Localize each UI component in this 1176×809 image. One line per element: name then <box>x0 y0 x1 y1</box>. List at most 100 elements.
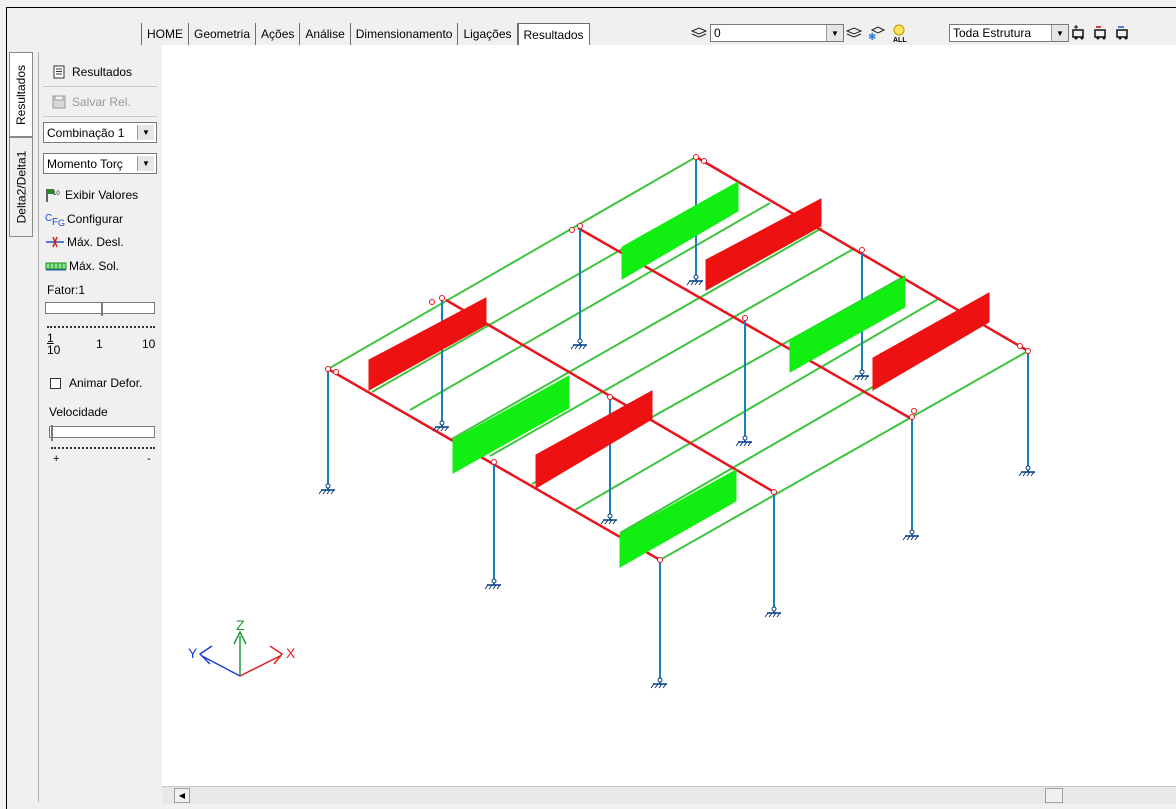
combination-select-value: Combinação 1 <box>47 126 125 140</box>
factor-slider-ticks <box>47 322 155 328</box>
max-solicitation-label: Máx. Sol. <box>69 259 120 273</box>
speed-plus-label: + <box>53 453 60 465</box>
tab-delta[interactable]: Delta2/Delta1 <box>9 137 33 237</box>
node-marker <box>693 154 699 160</box>
chevron-down-icon[interactable]: ▼ <box>826 25 843 41</box>
speed-label: Velocidade <box>49 405 108 419</box>
chevron-down-icon[interactable]: ▼ <box>1051 25 1068 41</box>
menu-dimensionamento[interactable]: Dimensionamento <box>351 23 459 45</box>
factor-slider[interactable] <box>45 302 155 316</box>
separator <box>43 86 157 87</box>
torsion-positive-panel <box>619 469 737 568</box>
menu-ligacoes[interactable]: Ligações <box>458 23 518 45</box>
support-node <box>439 420 445 426</box>
layer-toolbar: 0 ▼ ✱ ALL <box>688 22 910 44</box>
support-node <box>325 483 331 489</box>
z-axis-label: Z <box>236 617 245 633</box>
menu-home[interactable]: HOME <box>141 23 189 45</box>
node-marker <box>577 223 583 229</box>
save-icon <box>52 95 66 109</box>
structure-toolbar: Toda Estrutura ▼ <box>949 22 1135 44</box>
structure-viewport[interactable]: Z X Y <box>162 45 1176 786</box>
chevron-down-icon[interactable]: ▼ <box>137 156 154 171</box>
node-marker <box>657 557 663 563</box>
menu-geometria[interactable]: Geometria <box>189 23 257 45</box>
structure-select-value: Toda Estrutura <box>953 26 1032 40</box>
truck-swap-icon[interactable] <box>1113 22 1135 44</box>
truck-remove-icon[interactable] <box>1091 22 1113 44</box>
node-marker <box>333 369 339 375</box>
structure-select[interactable]: Toda Estrutura ▼ <box>949 24 1069 42</box>
chevron-down-icon[interactable]: ▼ <box>137 125 154 140</box>
x-axis-arrow <box>239 645 284 677</box>
results-button[interactable]: Resultados <box>52 65 132 79</box>
support-node <box>742 435 748 441</box>
support-node <box>771 606 777 612</box>
max-solicitation-icon <box>45 262 67 271</box>
save-report-label: Salvar Rel. <box>72 95 131 109</box>
report-icon <box>53 65 65 79</box>
svg-text:10: 10 <box>53 191 60 197</box>
speed-slider-ticks <box>51 443 155 449</box>
tab-delta-label: Delta2/Delta1 <box>14 150 28 224</box>
configure-icon: CFG <box>45 213 65 227</box>
horizontal-scrollbar[interactable]: ◀ <box>162 786 1176 804</box>
node-marker <box>491 459 497 465</box>
results-panel: Resultados Salvar Rel. Combinação 1 ▼ Mo… <box>38 52 163 802</box>
factor-slider-thumb[interactable] <box>101 302 103 316</box>
menu-resultados[interactable]: Resultados <box>517 22 590 46</box>
support-node <box>693 274 699 280</box>
menu-bar: HOME Geometria Ações Análise Dimensionam… <box>141 22 590 46</box>
configure-label: Configurar <box>67 212 124 226</box>
combination-select[interactable]: Combinação 1 ▼ <box>43 122 157 143</box>
effort-select-value: Momento Torç <box>47 157 123 171</box>
y-axis-arrow <box>198 645 241 677</box>
speed-slider-thumb[interactable] <box>51 425 53 441</box>
show-values-button[interactable]: 10 Exibir Valores <box>45 187 138 203</box>
svg-text:✱: ✱ <box>868 32 876 41</box>
light-all-icon[interactable]: ALL <box>888 22 910 44</box>
scroll-thumb[interactable] <box>1045 788 1063 803</box>
scale-max-label: 10 <box>142 337 156 351</box>
menu-analise[interactable]: Análise <box>300 23 351 45</box>
node-marker <box>859 247 865 253</box>
tab-resultados[interactable]: Resultados <box>9 52 33 137</box>
separator <box>43 116 157 117</box>
support-node <box>657 677 663 683</box>
factor-label: Fator:1 <box>47 283 86 297</box>
node-marker <box>911 408 917 414</box>
support-node <box>1025 465 1031 471</box>
speed-slider[interactable] <box>49 425 155 441</box>
animate-checkbox[interactable] <box>50 377 61 389</box>
support-node <box>607 513 613 519</box>
support-node <box>491 578 497 584</box>
configure-button[interactable]: CFG Configurar <box>45 211 123 227</box>
menu-acoes[interactable]: Ações <box>256 23 301 45</box>
save-report-button[interactable]: Salvar Rel. <box>52 95 131 109</box>
animate-checkbox-row[interactable]: Animar Defor. <box>50 376 142 390</box>
node-marker <box>1025 348 1031 354</box>
layer-select[interactable]: 0 ▼ <box>710 24 844 42</box>
node-marker <box>607 394 613 400</box>
tab-resultados-label: Resultados <box>14 64 29 125</box>
effort-select[interactable]: Momento Torç ▼ <box>43 153 157 174</box>
truck-add-icon[interactable] <box>1069 22 1091 44</box>
node-marker <box>439 295 445 301</box>
node-marker <box>701 158 707 164</box>
max-solicitation-button[interactable]: Máx. Sol. <box>45 259 119 273</box>
results-label: Resultados <box>72 65 133 79</box>
svg-text:ALL: ALL <box>893 37 907 43</box>
show-values-icon: 10 <box>46 189 60 202</box>
animate-label: Animar Defor. <box>69 376 143 390</box>
y-axis-label: Y <box>188 645 198 661</box>
layers-icon[interactable] <box>688 22 710 44</box>
layer-off-icon[interactable] <box>844 22 866 44</box>
scale-min-label: 1 10 <box>47 332 60 356</box>
scroll-left-button[interactable]: ◀ <box>174 788 190 803</box>
max-displacement-button[interactable]: Máx. Desl. <box>45 235 124 249</box>
scale-mid-label: 1 <box>96 337 103 351</box>
max-displacement-label: Máx. Desl. <box>67 235 124 249</box>
layer-snow-icon[interactable]: ✱ <box>866 22 888 44</box>
x-axis-label: X <box>286 645 296 661</box>
node-marker <box>909 414 915 420</box>
